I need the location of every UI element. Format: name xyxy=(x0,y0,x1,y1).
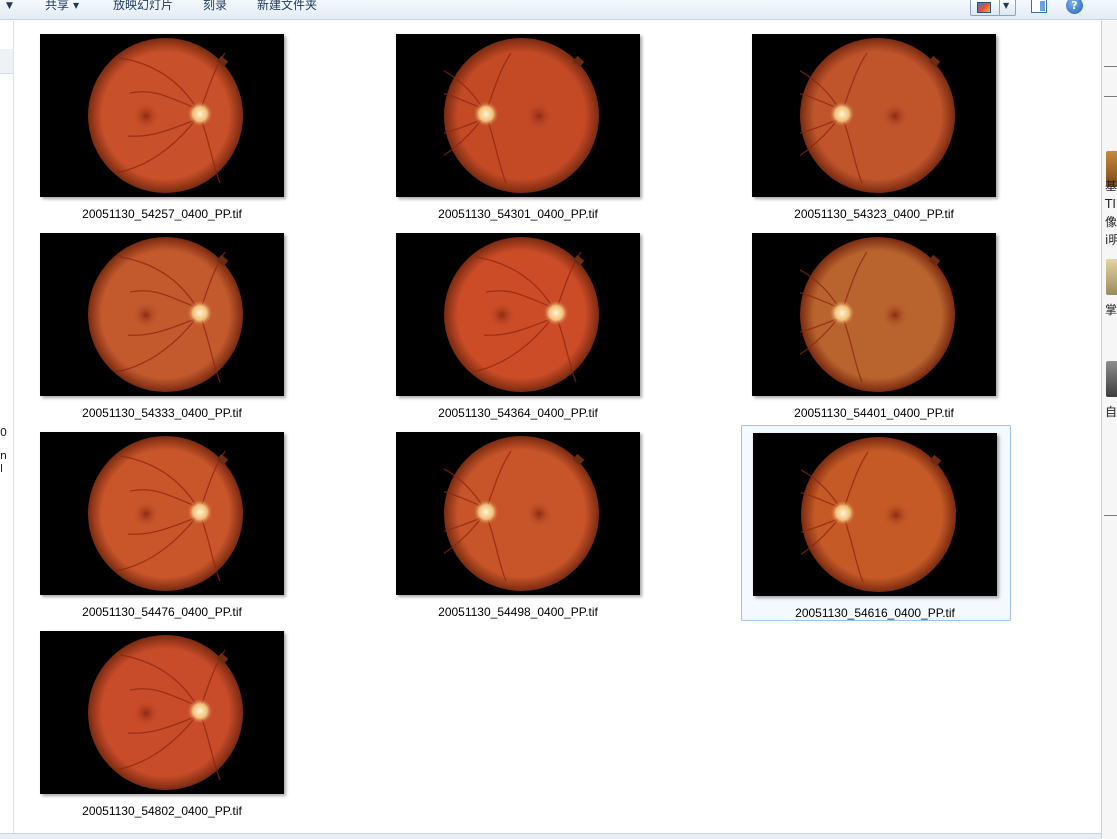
background-text-fragment: 自眼 xyxy=(1105,405,1117,419)
command-bar: ▼ 共享 ▼ 放映幻灯片 刻录 新建文件夹 ▼ ? xyxy=(0,0,1117,20)
file-item[interactable]: 20051130_54333_0400_PP.tif xyxy=(0,233,284,429)
file-item[interactable]: 20051130_54257_0400_PP.tif xyxy=(0,34,284,230)
thumbnail-image xyxy=(752,233,996,396)
file-item[interactable]: 20051130_54498_0400_PP.tif xyxy=(356,432,640,628)
divider xyxy=(1104,515,1117,516)
file-item[interactable]: 20051130_54476_0400_PP.tif xyxy=(0,432,284,628)
file-name-label: 20051130_54364_0400_PP.tif xyxy=(438,406,598,420)
file-name-label: 20051130_54301_0400_PP.tif xyxy=(438,207,598,221)
preview-pane-toggle-icon[interactable] xyxy=(1031,0,1047,13)
slideshow-button[interactable]: 放映幻灯片 xyxy=(113,0,173,14)
view-button-divider xyxy=(999,0,1000,15)
background-text-fragment: i明 xyxy=(1105,233,1117,247)
thumbnail-image xyxy=(40,233,284,396)
file-name-label: 20051130_54323_0400_PP.tif xyxy=(794,207,954,221)
chevron-down-icon[interactable]: ▼ xyxy=(1003,1,1009,10)
details-pane-edge xyxy=(0,833,1101,839)
background-text-fragment: 像 xyxy=(1105,215,1117,229)
file-name-label: 20051130_54401_0400_PP.tif xyxy=(794,406,954,420)
view-thumbnails-icon xyxy=(977,2,991,13)
thumbnail-image xyxy=(396,233,640,396)
share-label: 共享 xyxy=(45,0,70,12)
thumbnail-image xyxy=(396,34,640,197)
background-thumbnail xyxy=(1106,361,1117,397)
file-name-label: 20051130_54498_0400_PP.tif xyxy=(438,605,598,619)
organize-dropdown-caret-icon[interactable]: ▼ xyxy=(6,0,13,12)
share-menu-button[interactable]: 共享 ▼ xyxy=(45,0,79,15)
file-item[interactable]: 20051130_54802_0400_PP.tif xyxy=(0,631,284,827)
file-item[interactable]: 20051130_54616_0400_PP.tif xyxy=(741,425,1011,621)
file-name-label: 20051130_54257_0400_PP.tif xyxy=(82,207,242,221)
chevron-down-icon: ▼ xyxy=(73,1,80,10)
divider xyxy=(1104,66,1117,67)
help-icon[interactable]: ? xyxy=(1066,0,1083,14)
file-name-label: 20051130_54333_0400_PP.tif xyxy=(82,406,242,420)
burn-button[interactable]: 刻录 xyxy=(203,0,227,14)
new-folder-button[interactable]: 新建文件夹 xyxy=(257,0,317,14)
thumbnail-image xyxy=(753,433,997,596)
background-window-edge: 基 TI 像 i明 掌 自眼 xyxy=(1101,21,1117,839)
background-text-fragment: 掌 xyxy=(1105,303,1117,317)
background-text-fragment: TI xyxy=(1105,197,1116,211)
thumbnail-image xyxy=(40,631,284,794)
thumbnail-image xyxy=(40,34,284,197)
change-view-button[interactable]: ▼ xyxy=(970,0,1016,16)
file-item[interactable]: 20051130_54323_0400_PP.tif xyxy=(712,34,996,230)
file-name-label: 20051130_54476_0400_PP.tif xyxy=(82,605,242,619)
file-name-label: 20051130_54802_0400_PP.tif xyxy=(82,804,242,818)
thumbnail-image xyxy=(396,432,640,595)
file-name-label: 20051130_54616_0400_PP.tif xyxy=(795,606,955,620)
file-item[interactable]: 20051130_54301_0400_PP.tif xyxy=(356,34,640,230)
thumbnail-image xyxy=(752,34,996,197)
file-item[interactable]: 20051130_54364_0400_PP.tif xyxy=(356,233,640,429)
file-item[interactable]: 20051130_54401_0400_PP.tif xyxy=(712,233,996,429)
divider xyxy=(1104,96,1117,97)
background-thumbnail xyxy=(1106,259,1117,295)
thumbnail-image xyxy=(40,432,284,595)
background-text-fragment: 基 xyxy=(1105,179,1117,193)
